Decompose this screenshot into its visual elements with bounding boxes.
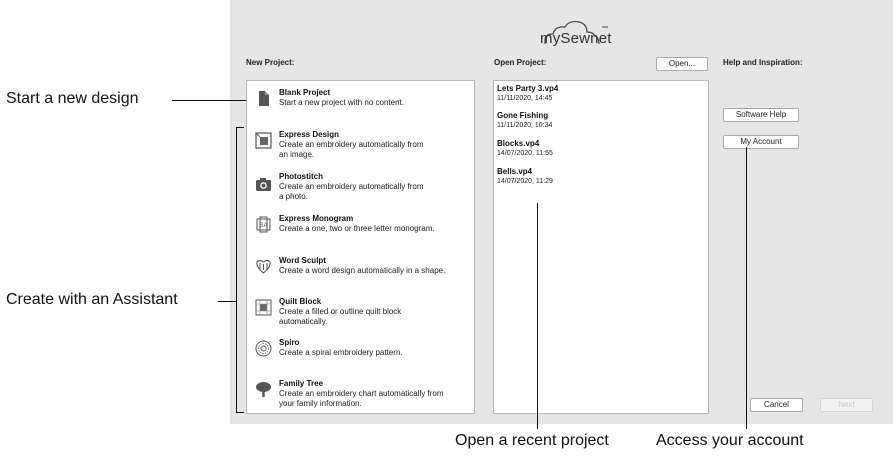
item-title: Quilt Block bbox=[279, 297, 322, 306]
item-title: Word Sculpt bbox=[279, 256, 326, 265]
recent-project-date: 11/11/2020, 14:45 bbox=[497, 95, 553, 102]
recent-project-name: Blocks.vp4 bbox=[497, 139, 540, 148]
recent-project-date: 14/07/2020, 11:55 bbox=[497, 150, 553, 157]
new-project-heading: New Project: bbox=[246, 58, 295, 67]
item-title: Family Tree bbox=[279, 379, 324, 388]
open-project-heading: Open Project: bbox=[494, 58, 547, 67]
callout-start-new-design: Start a new design bbox=[6, 90, 139, 107]
next-button[interactable]: Next bbox=[820, 398, 873, 412]
recent-project-item[interactable]: Gone Fishing 11/11/2020, 10:34 bbox=[497, 111, 552, 130]
item-desc: Create a filled or outline quilt block bbox=[279, 307, 402, 316]
recent-projects-list: Lets Party 3.vp4 11/11/2020, 14:45 Gone … bbox=[493, 80, 709, 414]
recent-project-name: Gone Fishing bbox=[497, 111, 549, 120]
item-desc: Create an embroidery automatically from bbox=[279, 182, 424, 191]
callout-open-recent-project: Open a recent project bbox=[455, 432, 609, 449]
item-desc: Create a one, two or three letter monogr… bbox=[279, 224, 435, 233]
tree-icon bbox=[256, 382, 271, 397]
spiro-icon bbox=[255, 340, 272, 357]
item-desc: Create a word design automatically in a … bbox=[279, 266, 446, 275]
recent-project-item[interactable]: Blocks.vp4 14/07/2020, 11:55 bbox=[497, 139, 553, 158]
item-title: Blank Project bbox=[279, 88, 331, 97]
mysewnet-logo: mySewnet bbox=[537, 18, 627, 48]
recent-project-name: Lets Party 3.vp4 bbox=[497, 84, 559, 93]
item-title: Express Design bbox=[279, 130, 340, 139]
logo-text: mySewnet bbox=[540, 30, 612, 47]
callout-create-with-assistant: Create with an Assistant bbox=[6, 291, 178, 308]
item-desc: Create an embroidery automatically from bbox=[279, 140, 424, 149]
express-design-icon bbox=[255, 132, 272, 149]
blank-page-icon bbox=[259, 91, 269, 106]
item-desc: your family information. bbox=[279, 399, 362, 408]
quilt-block-icon bbox=[255, 299, 272, 316]
camera-icon bbox=[256, 178, 271, 191]
recent-project-name: Bells.vp4 bbox=[497, 167, 533, 176]
item-desc: automatically. bbox=[279, 317, 328, 326]
callout-line bbox=[537, 203, 538, 429]
svg-text:BA: BA bbox=[259, 223, 267, 229]
item-desc: Create a spiral embroidery pattern. bbox=[279, 348, 403, 357]
item-title: Spiro bbox=[279, 338, 300, 347]
open-button[interactable]: Open... bbox=[656, 57, 708, 71]
callout-line bbox=[218, 301, 236, 302]
callout-line bbox=[746, 147, 747, 429]
recent-project-date: 14/07/2020, 11:29 bbox=[497, 178, 553, 185]
monogram-icon: BA bbox=[256, 216, 271, 233]
software-help-button[interactable]: Software Help bbox=[723, 108, 799, 122]
new-project-list: Blank Project Start a new project with n… bbox=[246, 80, 475, 414]
item-title: Express Monogram bbox=[279, 214, 354, 223]
item-title: Photostitch bbox=[279, 172, 323, 181]
word-sculpt-icon bbox=[256, 259, 271, 274]
item-desc: Start a new project with no content. bbox=[279, 98, 404, 107]
help-heading: Help and Inspiration: bbox=[723, 58, 803, 67]
recent-project-date: 11/11/2020, 10:34 bbox=[497, 122, 553, 129]
recent-project-item[interactable]: Bells.vp4 14/07/2020, 11:29 bbox=[497, 167, 553, 186]
item-desc: Create an embroidery chart automatically… bbox=[279, 389, 444, 398]
callout-bracket bbox=[236, 127, 244, 413]
recent-project-item[interactable]: Lets Party 3.vp4 11/11/2020, 14:45 bbox=[497, 84, 558, 103]
item-desc: a photo. bbox=[279, 192, 308, 201]
callout-line bbox=[172, 100, 246, 101]
cancel-button[interactable]: Cancel bbox=[750, 398, 803, 412]
callout-access-your-account: Access your account bbox=[656, 432, 804, 449]
my-account-button[interactable]: My Account bbox=[723, 135, 799, 149]
item-desc: an image. bbox=[279, 150, 315, 159]
